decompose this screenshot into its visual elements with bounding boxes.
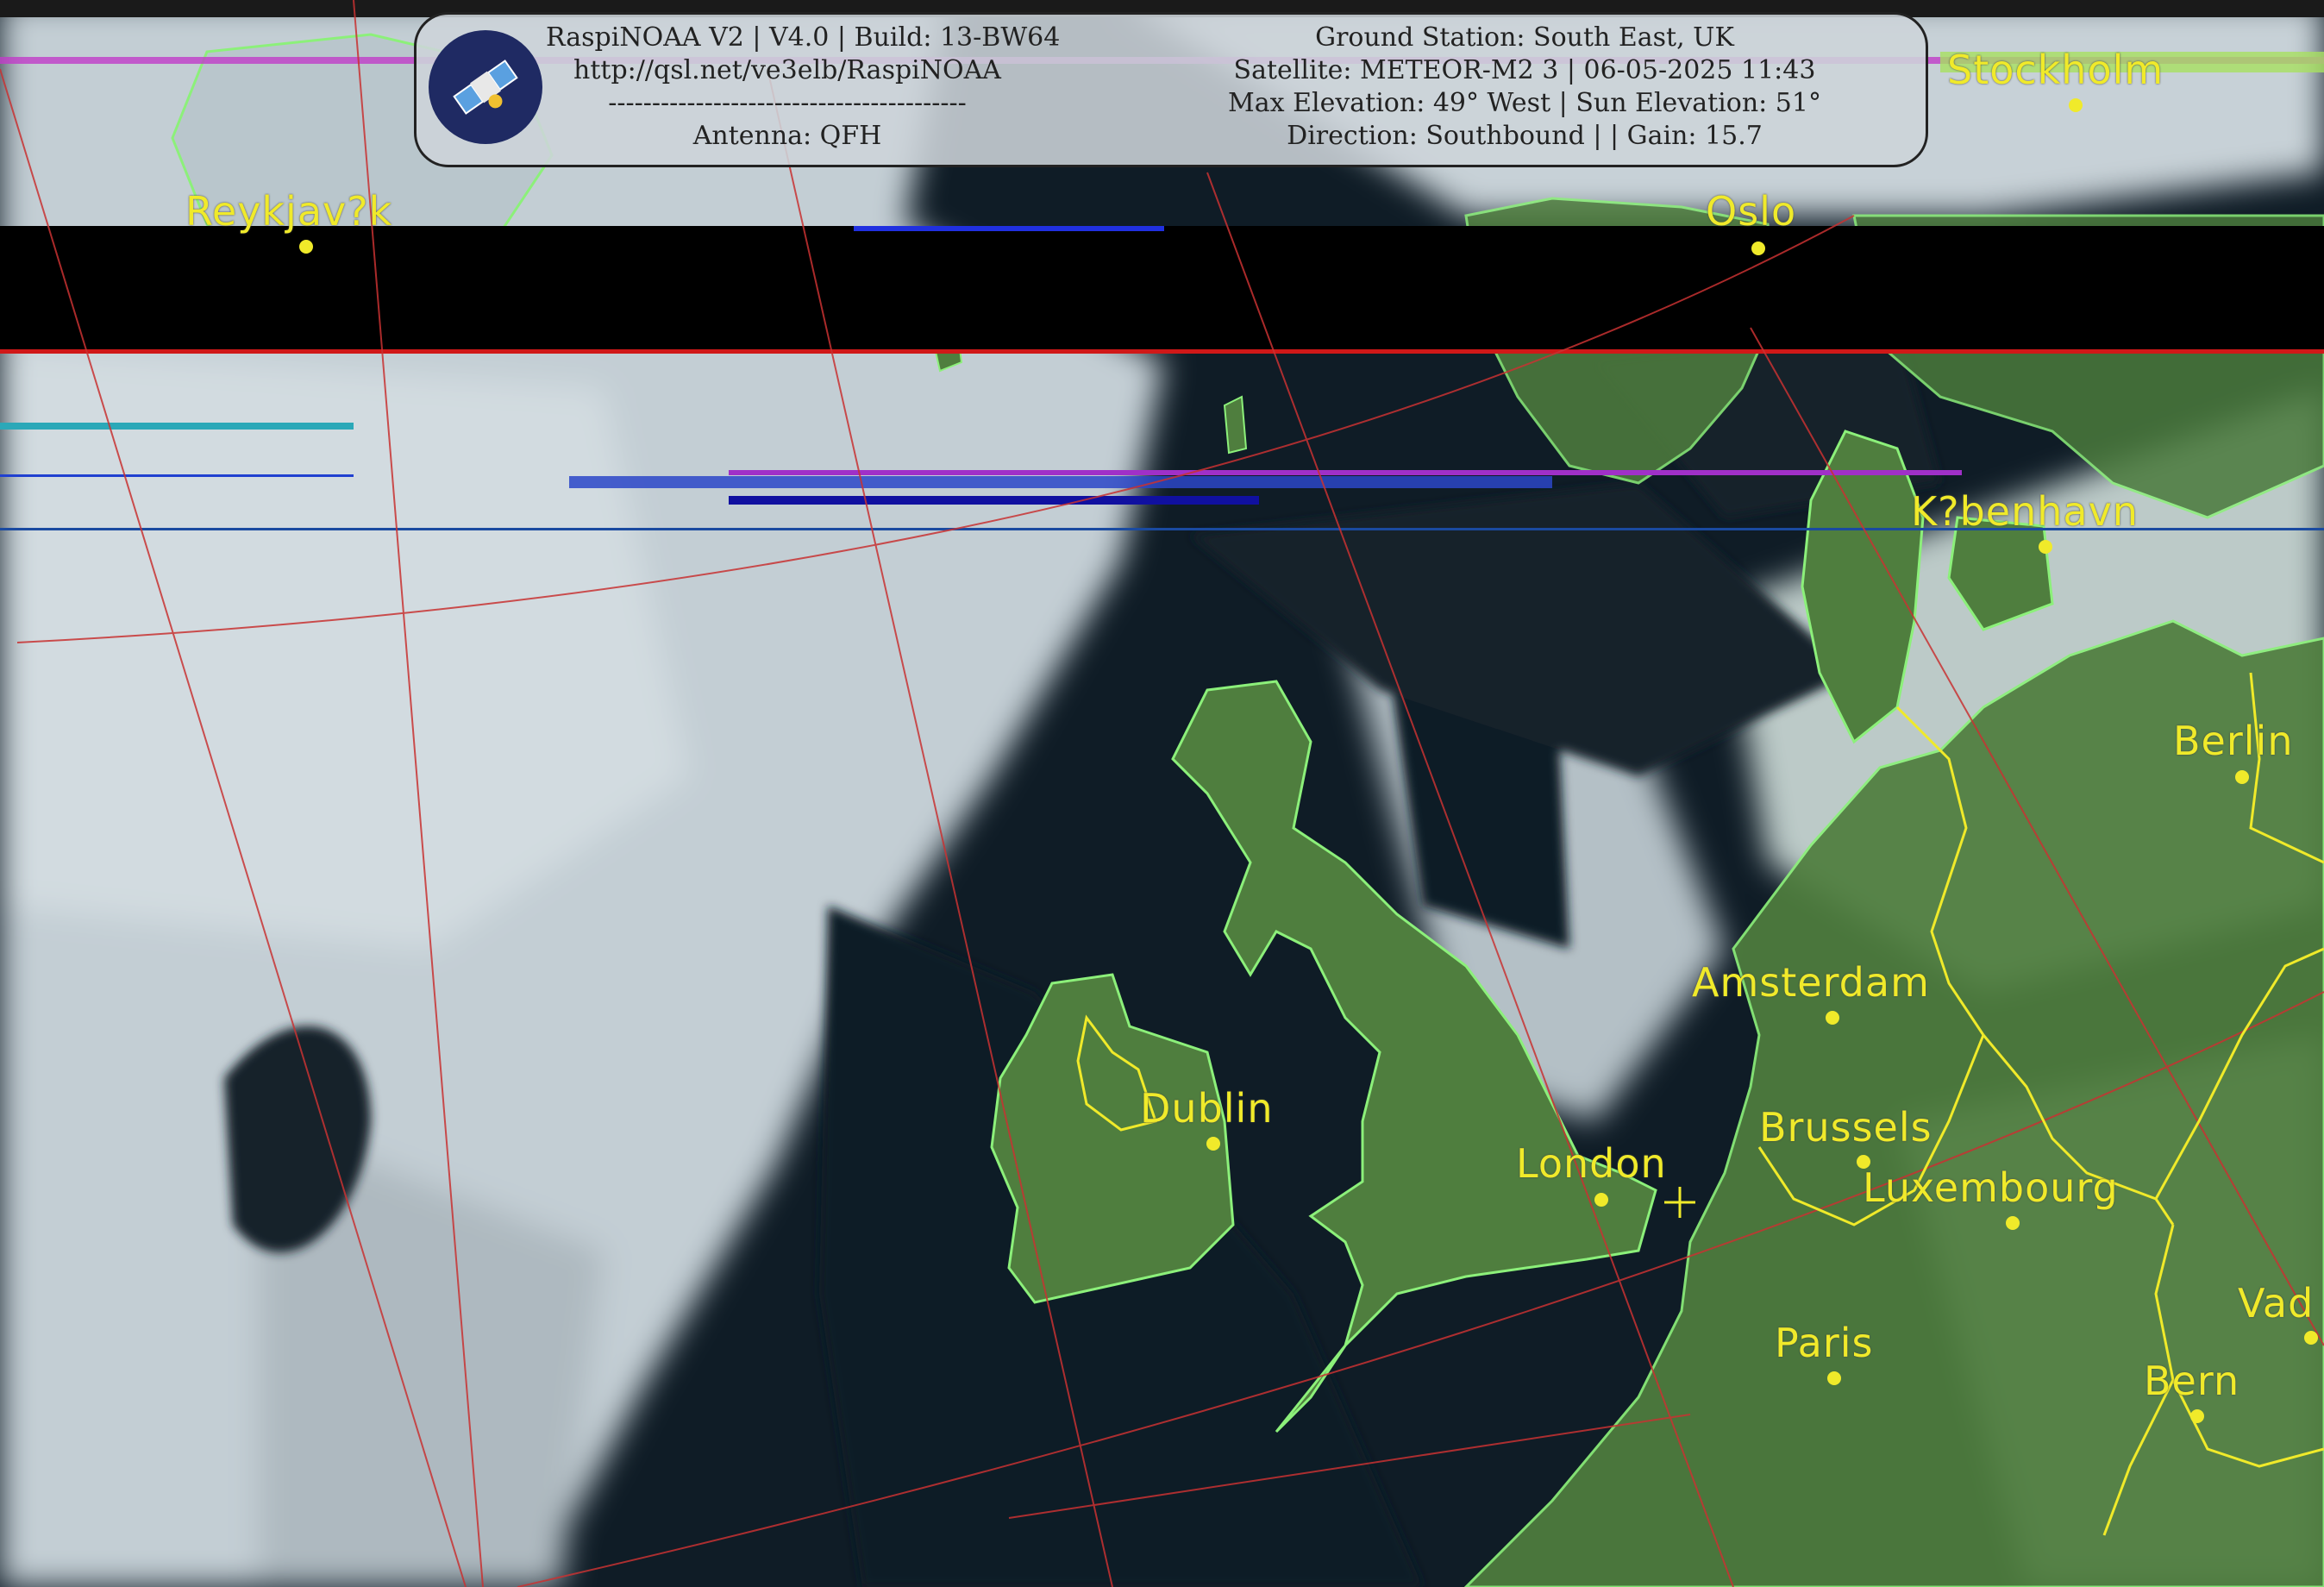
city-label-luxembourg: Luxembourg: [1863, 1164, 2119, 1211]
signal-dropout-band: [0, 226, 2324, 351]
city-label-vaduz: Vad: [2238, 1280, 2315, 1327]
city-label-london: London: [1516, 1140, 1667, 1187]
pass-info-panel: RaspiNOAA V2 | V4.0 | Build: 13-BW64 htt…: [414, 12, 1928, 167]
city-marker-bern: [2190, 1409, 2204, 1423]
raspinoaa-logo: [429, 30, 542, 144]
city-marker-berlin: [2235, 770, 2249, 784]
satellite-datetime: Satellite: METEOR-M2 3 | 06-05-2025 11:4…: [1233, 55, 1816, 85]
city-label-amsterdam: Amsterdam: [1692, 959, 1930, 1006]
city-label-brussels: Brussels: [1759, 1104, 1932, 1151]
city-marker-dublin: [1206, 1137, 1220, 1151]
satellite-map: [0, 0, 2324, 1587]
city-label-paris: Paris: [1775, 1320, 1874, 1366]
satellite-icon: [453, 60, 518, 115]
city-marker-vaduz: [2304, 1331, 2318, 1345]
city-marker-reykjavik: [299, 240, 313, 254]
antenna-type: Antenna: QFH: [692, 121, 882, 151]
city-marker-luxembourg: [2006, 1216, 2020, 1230]
city-label-stockholm: Stockholm: [1947, 47, 2164, 93]
city-label-oslo: Oslo: [1706, 188, 1797, 235]
city-marker-oslo: [1751, 242, 1765, 255]
city-marker-stockholm: [2069, 98, 2083, 112]
city-marker-paris: [1827, 1371, 1841, 1385]
elevation-info: Max Elevation: 49° West | Sun Elevation:…: [1228, 88, 1821, 118]
divider-line: ----------------------------------------…: [608, 88, 967, 118]
city-marker-amsterdam: [1826, 1011, 1839, 1025]
city-label-berlin: Berlin: [2173, 718, 2294, 764]
city-marker-london: [1594, 1193, 1608, 1207]
pass-details: Ground Station: South East, UK Satellite…: [1193, 22, 1857, 153]
software-info: RaspiNOAA V2 | V4.0 | Build: 13-BW64 htt…: [546, 22, 1061, 153]
city-label-kobenhavn: K?benhavn: [1911, 488, 2139, 535]
city-label-dublin: Dublin: [1140, 1085, 1274, 1132]
software-version: RaspiNOAA V2 | V4.0 | Build: 13-BW64: [546, 22, 1061, 53]
city-marker-kobenhavn: [2039, 540, 2052, 554]
direction-gain: Direction: Southbound | | Gain: 15.7: [1287, 121, 1763, 151]
project-url: http://qsl.net/ve3elb/RaspiNOAA: [573, 55, 1001, 85]
city-label-reykjavik: Reykjav?k: [185, 188, 393, 235]
ground-station: Ground Station: South East, UK: [1315, 22, 1734, 53]
city-label-bern: Bern: [2144, 1358, 2240, 1404]
